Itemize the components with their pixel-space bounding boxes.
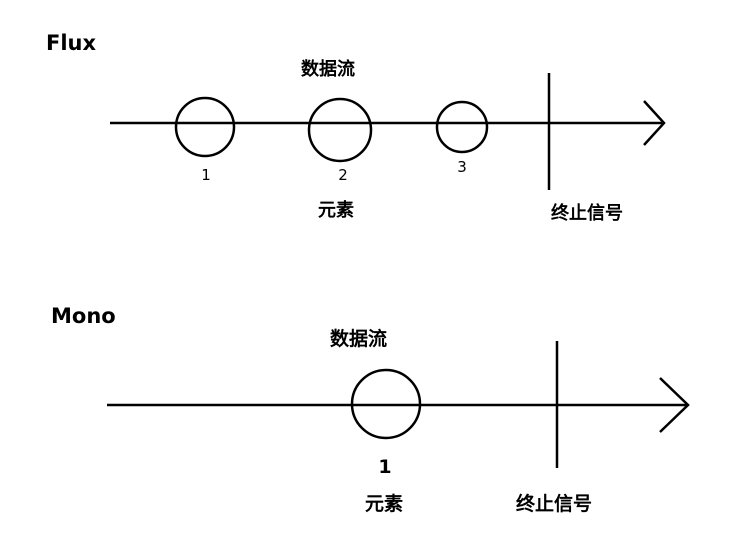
mono-element-label: 元素: [365, 492, 403, 515]
mono-title: Mono: [51, 304, 116, 328]
flux-element-1-number: 1: [201, 166, 211, 184]
flux-element-2-circle: [307, 97, 373, 163]
reactive-stream-diagram: Flux 数据流 1 2 3 元素 终止信号 Mono 数据流 1 元素 终止信…: [46, 31, 690, 515]
flux-element-3-number: 3: [457, 158, 467, 176]
mono-terminal-label: 终止信号: [516, 492, 592, 515]
flux-element-label: 元素: [318, 200, 354, 221]
flux-element-3-circle: [435, 100, 489, 154]
flux-diagram: Flux 数据流 1 2 3 元素 终止信号: [46, 31, 666, 224]
flux-element-2-number: 2: [338, 166, 348, 184]
flux-stream-label: 数据流: [301, 58, 355, 80]
mono-diagram: Mono 数据流 1 元素 终止信号: [51, 304, 690, 515]
flux-element-1-circle: [174, 96, 236, 158]
flux-title: Flux: [46, 31, 96, 55]
mono-element-1-number: 1: [378, 456, 391, 478]
flux-terminal-label: 终止信号: [551, 202, 623, 224]
mono-stream-label: 数据流: [330, 327, 387, 350]
